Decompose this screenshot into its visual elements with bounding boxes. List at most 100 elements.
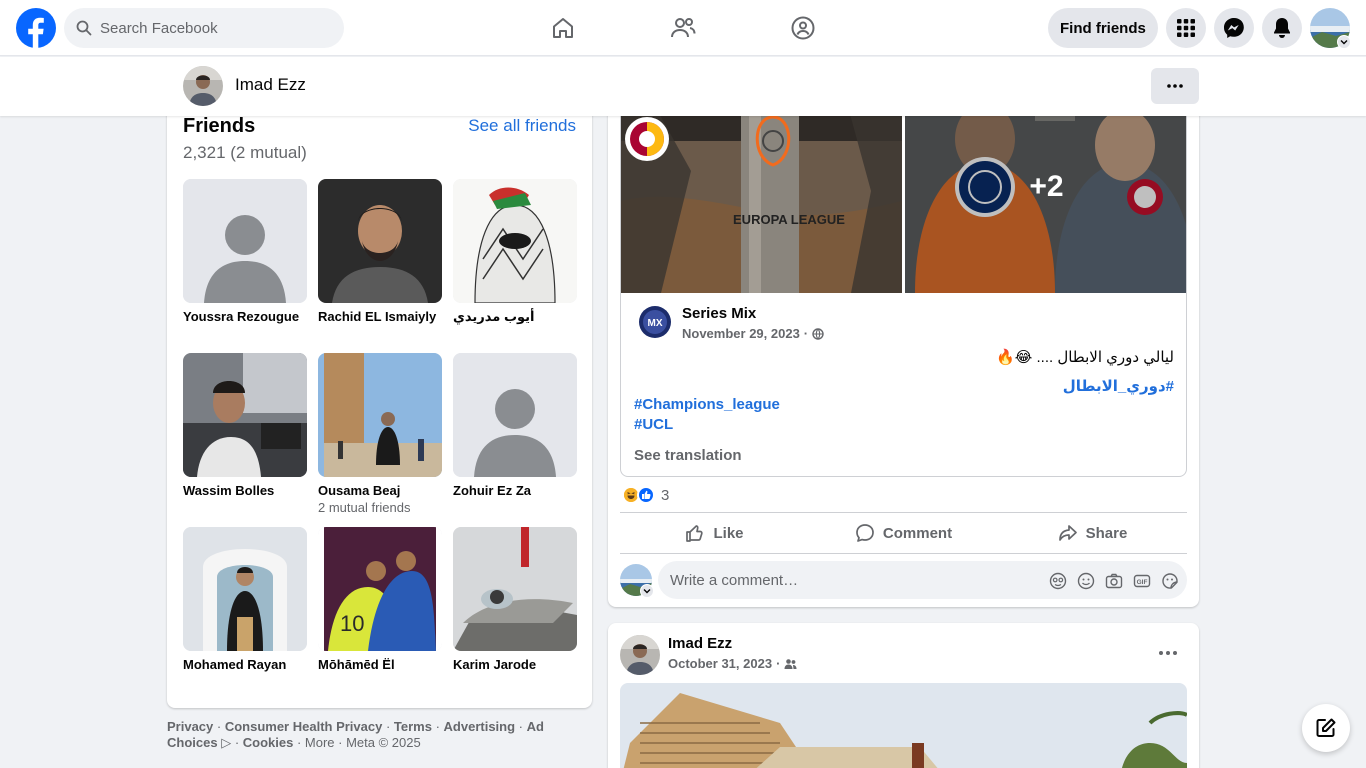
friend-name[interactable]: أيوب مدريدي [453,309,577,325]
nav-groups-tab[interactable] [747,0,859,56]
page-avatar[interactable]: MX [637,304,673,340]
avatar-sticker-icon[interactable] [1049,572,1067,590]
author-avatar[interactable] [620,635,660,675]
friend-photo[interactable] [183,179,307,303]
compose-icon [1316,718,1336,737]
messenger-button[interactable] [1214,8,1254,48]
friends-card: Friends See all friends 2,321 (2 mutual)… [167,80,592,708]
svg-text:MX: MX [648,318,663,329]
friend-tile[interactable]: Wassim Bolles [183,353,307,498]
post-card: Imad Ezz October 31, 2023 · [608,623,1199,768]
footer-link-health-privacy[interactable]: Consumer Health Privacy [225,719,383,734]
footer-link-terms[interactable]: Terms [394,719,432,734]
menu-grid-icon [1177,19,1195,37]
friend-name[interactable]: Zohuir Ez Za [453,483,577,498]
commenter-chevron-down-icon[interactable] [640,584,654,598]
notifications-button[interactable] [1262,8,1302,48]
friend-tile[interactable]: Zohuir Ez Za [453,353,577,498]
hashtag-link[interactable]: #دوري_الابطال [1063,377,1174,395]
friend-name[interactable]: Mōhāmēd Ël [318,657,442,672]
profile-avatar[interactable] [183,66,223,106]
ellipsis-icon [1167,84,1183,88]
comment-box[interactable]: GIF [658,561,1187,599]
friend-tile[interactable]: أيوب مدريدي [453,179,577,325]
friend-tile[interactable]: Karim Jarode [453,527,577,672]
profile-more-button[interactable] [1151,68,1199,104]
profile-sticky-header: Imad Ezz [0,57,1366,116]
author-name[interactable]: Imad Ezz [668,635,732,652]
footer-link-privacy[interactable]: Privacy [167,719,213,734]
menu-button[interactable] [1166,8,1206,48]
friends-title[interactable]: Friends [183,115,255,138]
image-text: EUROPA LEAGUE [733,212,845,227]
friend-photo[interactable]: 10 [318,527,442,651]
hashtag-link[interactable]: #UCL [634,416,673,433]
groups-icon [791,16,815,40]
friend-photo[interactable] [183,353,307,477]
sticker-icon[interactable] [1161,572,1179,590]
friend-name[interactable]: Rachid EL Ismaiyly [318,309,442,324]
find-friends-button[interactable]: Find friends [1048,8,1158,48]
account-menu-chevron-icon[interactable] [1337,35,1351,49]
friend-tile[interactable]: Youssra Rezougue [183,179,307,324]
page-name[interactable]: Series Mix [682,305,756,322]
post-date[interactable]: October 31, 2023 [668,656,772,671]
search-bar[interactable] [64,8,344,48]
footer-link-advertising[interactable]: Advertising [444,719,516,734]
hashtag-link[interactable]: #Champions_league [634,396,780,413]
comment-input[interactable] [670,571,1040,589]
post-options-button[interactable] [1154,639,1182,667]
friend-photo[interactable] [453,353,577,477]
like-button[interactable]: Like [620,513,809,553]
friend-photo[interactable] [453,527,577,651]
share-button[interactable]: Share [998,513,1187,553]
share-label: Share [1085,524,1128,542]
comment-icon [856,524,874,542]
friend-photo[interactable] [318,179,442,303]
comment-button[interactable]: Comment [809,513,998,553]
footer-link-cookies[interactable]: Cookies [243,735,294,750]
friend-mutual-count: 2 mutual friends [318,500,411,515]
nav-home-tab[interactable] [507,0,619,56]
nav-friends-tab[interactable] [627,0,739,56]
friend-photo[interactable] [453,179,577,303]
friend-name[interactable]: Wassim Bolles [183,483,307,498]
post-meta: October 31, 2023 · [668,656,797,671]
search-input[interactable] [100,19,320,37]
like-label: Like [713,524,744,542]
friend-name[interactable]: Mohamed Rayan [183,657,307,672]
friend-name[interactable]: Karim Jarode [453,657,577,672]
friend-name[interactable]: Youssra Rezougue [183,309,307,324]
friend-tile[interactable]: Mohamed Rayan [183,527,307,672]
camera-icon[interactable] [1105,572,1123,590]
post-date[interactable]: November 29, 2023 [682,326,800,341]
post-meta: November 29, 2023 · [682,326,824,341]
see-all-friends-link[interactable]: See all friends [468,116,576,136]
friend-photo[interactable] [183,527,307,651]
footer-link-more[interactable]: More [305,735,335,750]
profile-name[interactable]: Imad Ezz [235,75,306,95]
friend-tile[interactable]: Rachid EL Ismaiyly [318,179,442,324]
friend-photo[interactable] [318,353,442,477]
gif-icon[interactable]: GIF [1133,572,1151,590]
new-message-button[interactable] [1302,704,1350,752]
bell-icon [1274,18,1290,38]
friend-name[interactable]: Ousama Beaj [318,483,442,498]
friends-icon [671,18,696,38]
reactions-summary[interactable]: 3 [622,486,669,504]
svg-text:GIF: GIF [1137,579,1148,586]
see-translation-link[interactable]: See translation [634,447,742,464]
comment-label: Comment [882,524,953,542]
messenger-icon [1224,18,1244,38]
home-icon [553,18,573,38]
reaction-count[interactable]: 3 [661,487,669,504]
facebook-logo-icon[interactable] [16,8,56,48]
ellipsis-icon [1159,651,1177,655]
top-navigation-bar: Find friends [0,0,1366,56]
post-card: EUROPA LEAGUE +2 MX Series Mix November … [608,80,1199,607]
friend-tile[interactable]: Ousama Beaj 2 mutual friends [318,353,442,515]
post-image[interactable] [620,683,1187,768]
emoji-icon[interactable] [1077,572,1095,590]
friend-tile[interactable]: 10 Mōhāmēd Ël [318,527,442,672]
shared-post[interactable]: EUROPA LEAGUE +2 MX Series Mix November … [620,80,1187,477]
